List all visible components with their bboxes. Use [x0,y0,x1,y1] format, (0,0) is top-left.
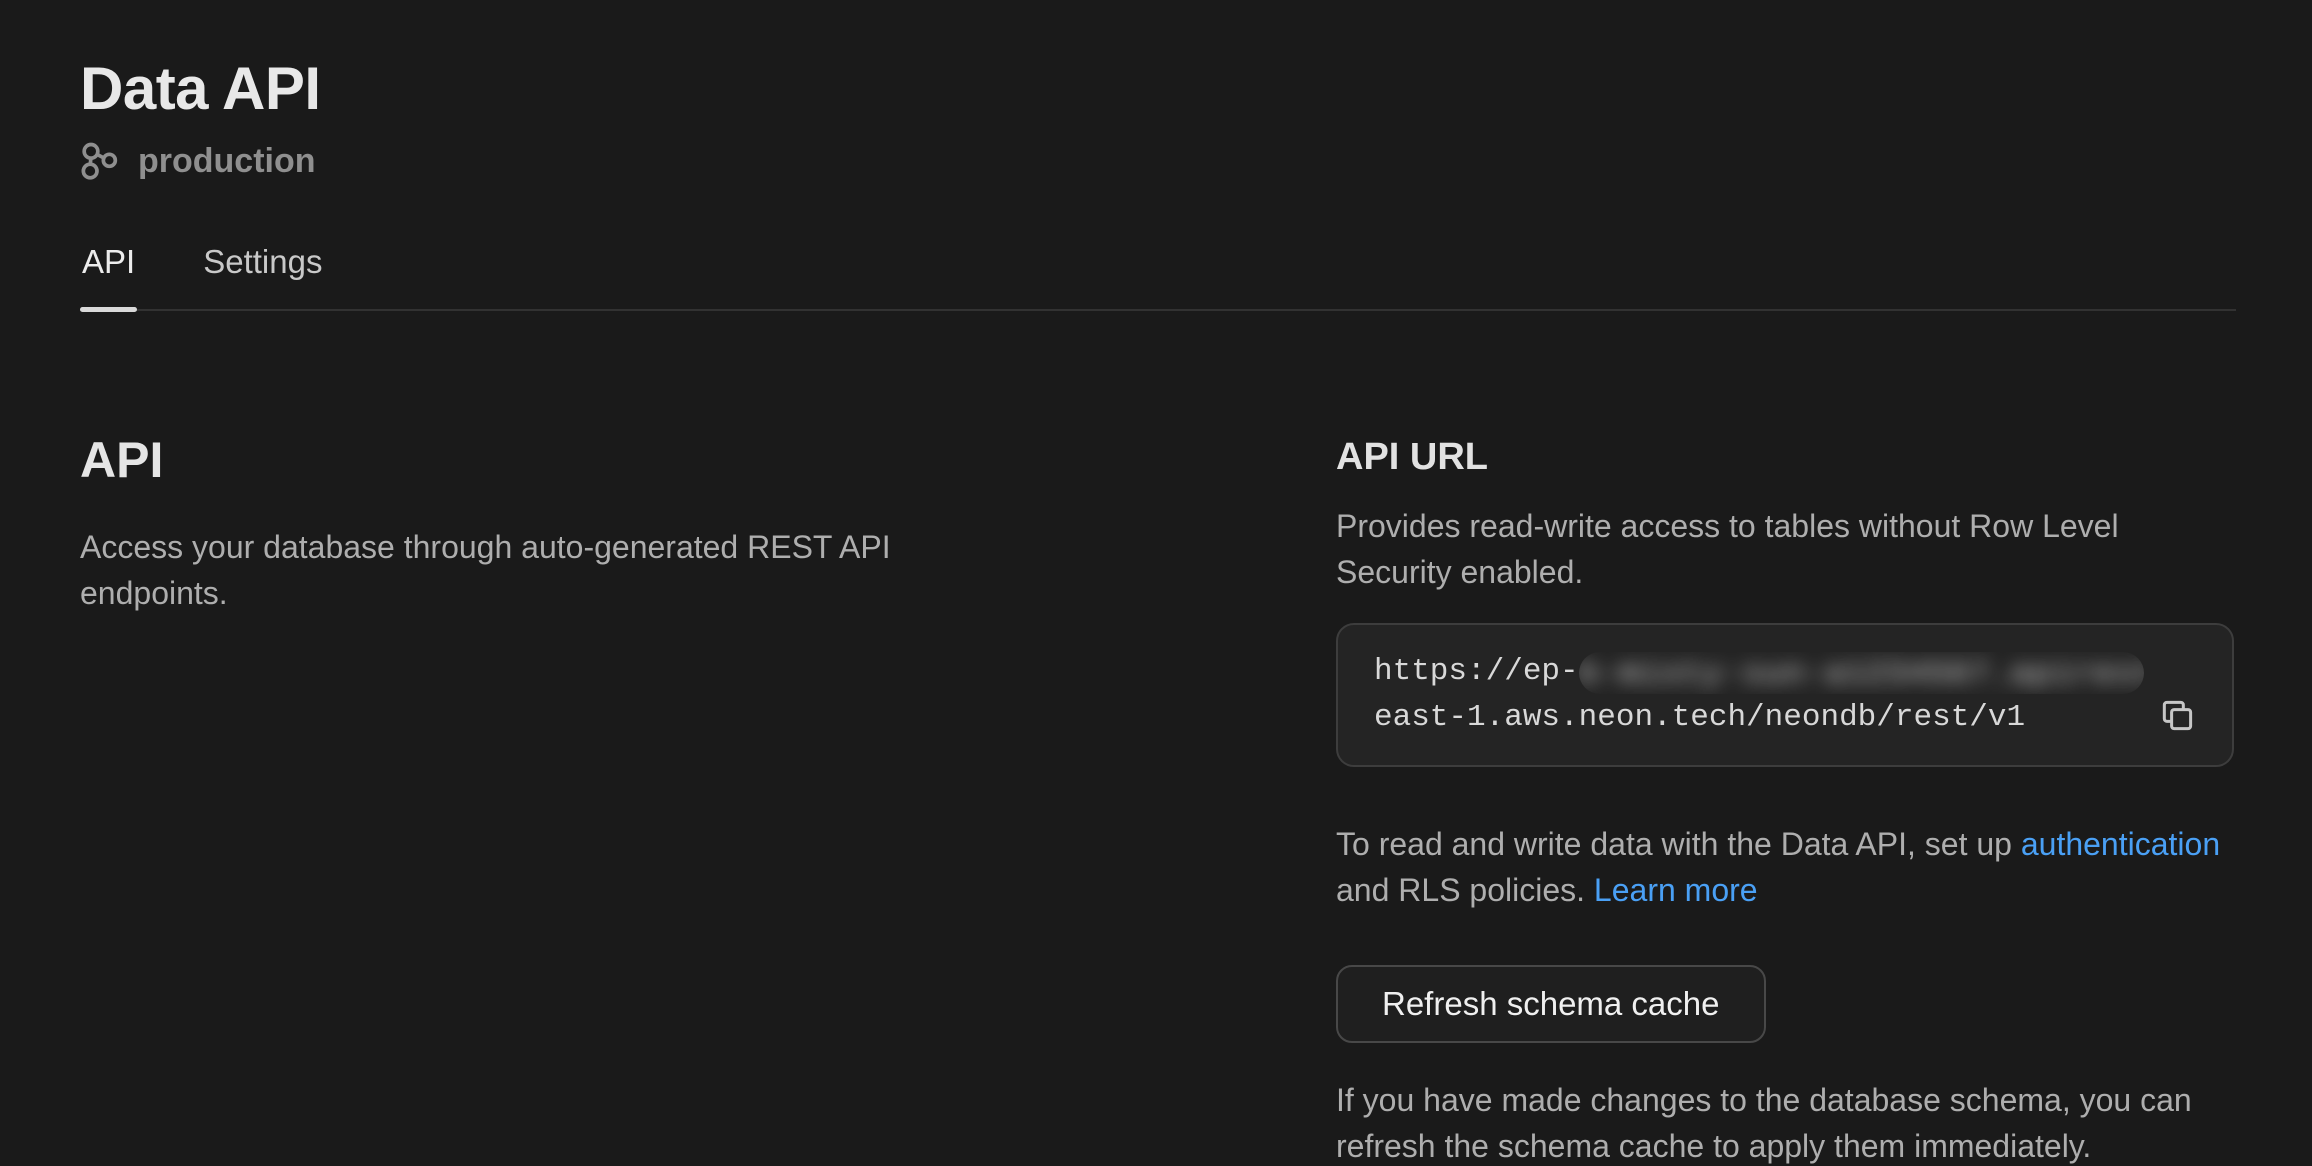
api-url-code-block: https://ep- b-misty-sun-a1234567.apirest… [1336,623,2234,767]
api-url-line-2: east-1.aws.neon.tech/neondb/rest/v1 [1374,695,2144,741]
api-url-redacted-text: b-misty-sun-a1234567.apirest.c-2.us- [1579,652,2144,694]
api-section-heading: API [80,433,1276,488]
tab-api[interactable]: API [80,243,137,309]
tab-settings[interactable]: Settings [201,243,324,309]
api-intro-section: API Access your database through auto-ge… [80,433,1336,1166]
page-title: Data API [80,54,2236,123]
api-url-description: Provides read-write access to tables wit… [1336,503,2236,595]
api-url-redacted-region: b-misty-sun-a1234567.apirest.c-2.us- [1579,652,2144,694]
auth-note-part1: To read and write data with the Data API… [1336,826,2021,862]
auth-note: To read and write data with the Data API… [1336,821,2236,913]
auth-note-part2: and RLS policies. [1336,872,1594,908]
api-url-section: API URL Provides read-write access to ta… [1336,433,2236,1166]
copy-icon [2158,696,2202,734]
learn-more-link[interactable]: Learn more [1594,872,1758,908]
content-columns: API Access your database through auto-ge… [80,433,2236,1166]
tab-bar: API Settings [80,243,2236,311]
copy-button[interactable] [2158,693,2202,737]
branch-name: production [138,142,316,181]
api-url-line-1: https://ep- b-misty-sun-a1234567.apirest… [1374,649,2144,695]
authentication-link[interactable]: authentication [2021,826,2220,862]
refresh-note: If you have made changes to the database… [1336,1077,2216,1166]
api-url-value: https://ep- b-misty-sun-a1234567.apirest… [1374,649,2144,741]
branch-badge: production [80,141,2236,181]
api-section-description: Access your database through auto-genera… [80,524,900,616]
api-url-prefix: https://ep- [1374,649,1579,695]
data-api-page: Data API production API Settings API Acc… [0,0,2312,1166]
api-url-heading: API URL [1336,435,2236,481]
api-url-suffix: east-1.aws.neon.tech/neondb/rest/v1 [1374,695,2025,741]
refresh-schema-cache-button[interactable]: Refresh schema cache [1336,965,1766,1043]
branch-icon [80,141,120,181]
page-header: Data API production [80,54,2236,181]
